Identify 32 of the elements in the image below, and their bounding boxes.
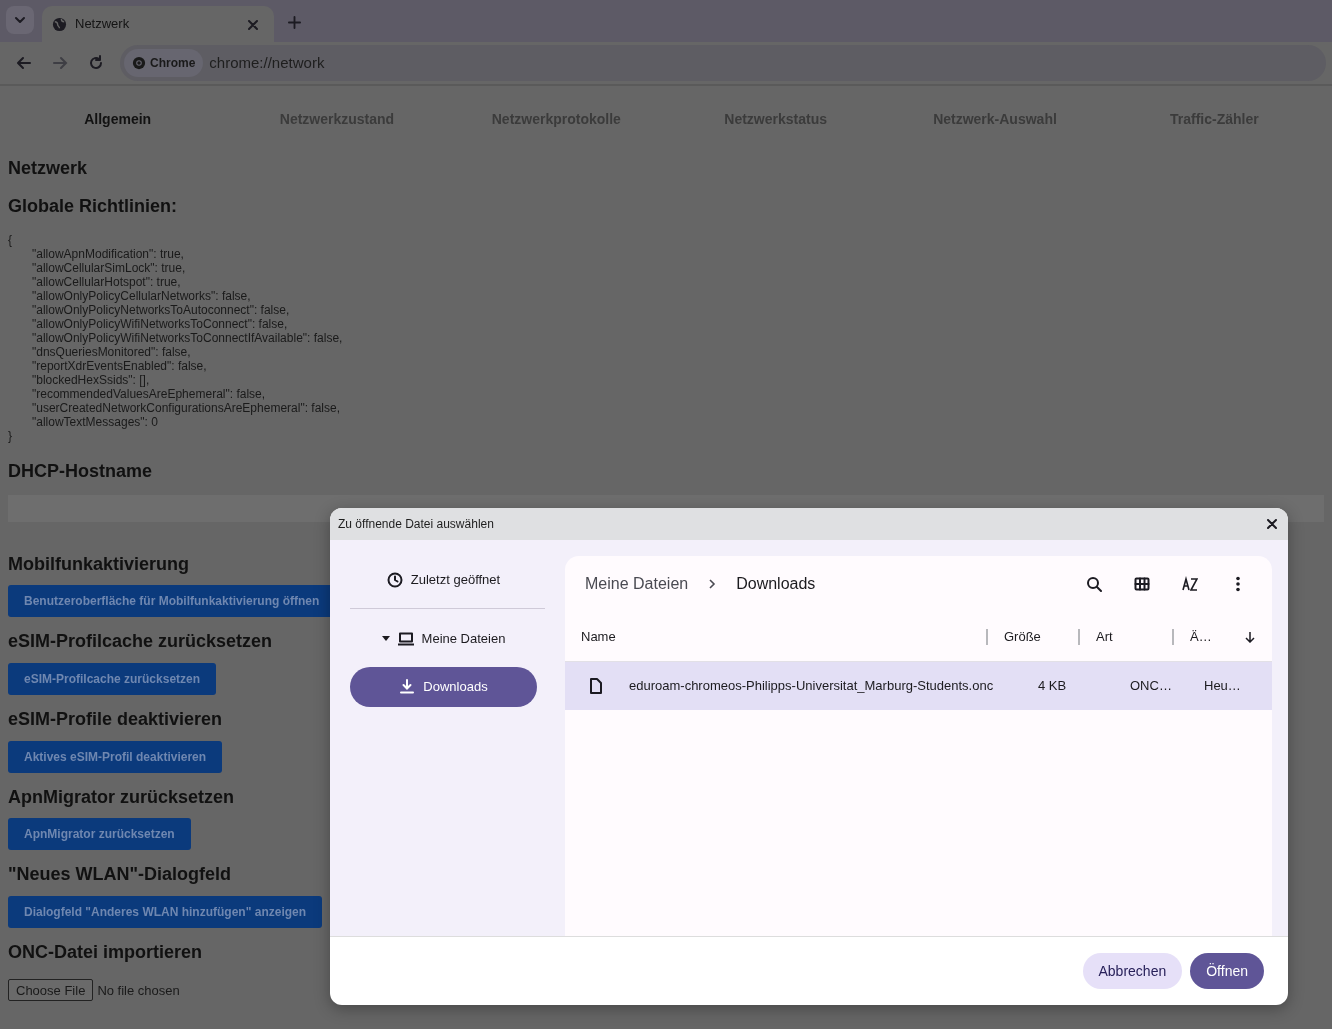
file-status: No file chosen [97, 981, 180, 1000]
json-brace: } [8, 429, 13, 444]
page-title: Netzwerk [8, 158, 88, 180]
json-line: "allowCellularSimLock": true, [32, 261, 186, 276]
file-name: eduroam-chromeos-Philipps-Universitat_Marburg-Students.onc [629, 677, 995, 696]
json-line: "allowOnlyPolicyWifiNetworksToConnect": false, [32, 317, 288, 332]
json-line: "dnsQueriesMonitored": false, [32, 345, 191, 360]
json-line: "allowCellularHotspot": true, [32, 275, 181, 290]
json-line: "allowApnModification": true, [32, 247, 184, 262]
json-line: "reportXdrEventsEnabled": false, [32, 359, 207, 374]
section-heading: ApnMigrator zurücksetzen [8, 786, 235, 809]
json-line: "allowOnlyPolicyCellularNetworks": false, [32, 289, 251, 304]
file-type: ONC… [1130, 677, 1173, 696]
url-text: chrome://network [209, 52, 325, 73]
json-line: "blockedHexSsids": [], [32, 373, 150, 388]
section-heading: Mobilfunkaktivierung [8, 553, 189, 576]
section-heading: DHCP-Hostname [8, 461, 153, 483]
file-size: 4 KB [1038, 677, 1068, 696]
section-heading: ONC-Datei importieren [8, 941, 203, 964]
section-heading: "Neues WLAN"-Dialogfeld [8, 864, 232, 886]
tab-title: Netzwerk [75, 15, 131, 34]
section-heading: Globale Richtlinien: [8, 195, 177, 218]
json-line: "allowOnlyPolicyWifiNetworksToConnectIfAvailable": false, [32, 331, 343, 346]
section-heading: eSIM-Profilcache zurücksetzen [8, 631, 273, 653]
json-line: "userCreatedNetworkConfigurationsAreEphemeral": false, [32, 401, 340, 416]
json-line: "allowOnlyPolicyNetworksToAutoconnect": false, [32, 303, 290, 318]
json-brace: { [8, 233, 13, 248]
dialog-title: Zu öffnende Datei auswählen [338, 516, 494, 533]
json-line: "allowTextMessages": 0 [32, 415, 158, 430]
file-date: Heu… [1204, 677, 1242, 696]
json-line: "recommendedValuesAreEphemeral": false, [32, 387, 266, 402]
section-heading: eSIM-Profile deaktivieren [8, 708, 223, 731]
